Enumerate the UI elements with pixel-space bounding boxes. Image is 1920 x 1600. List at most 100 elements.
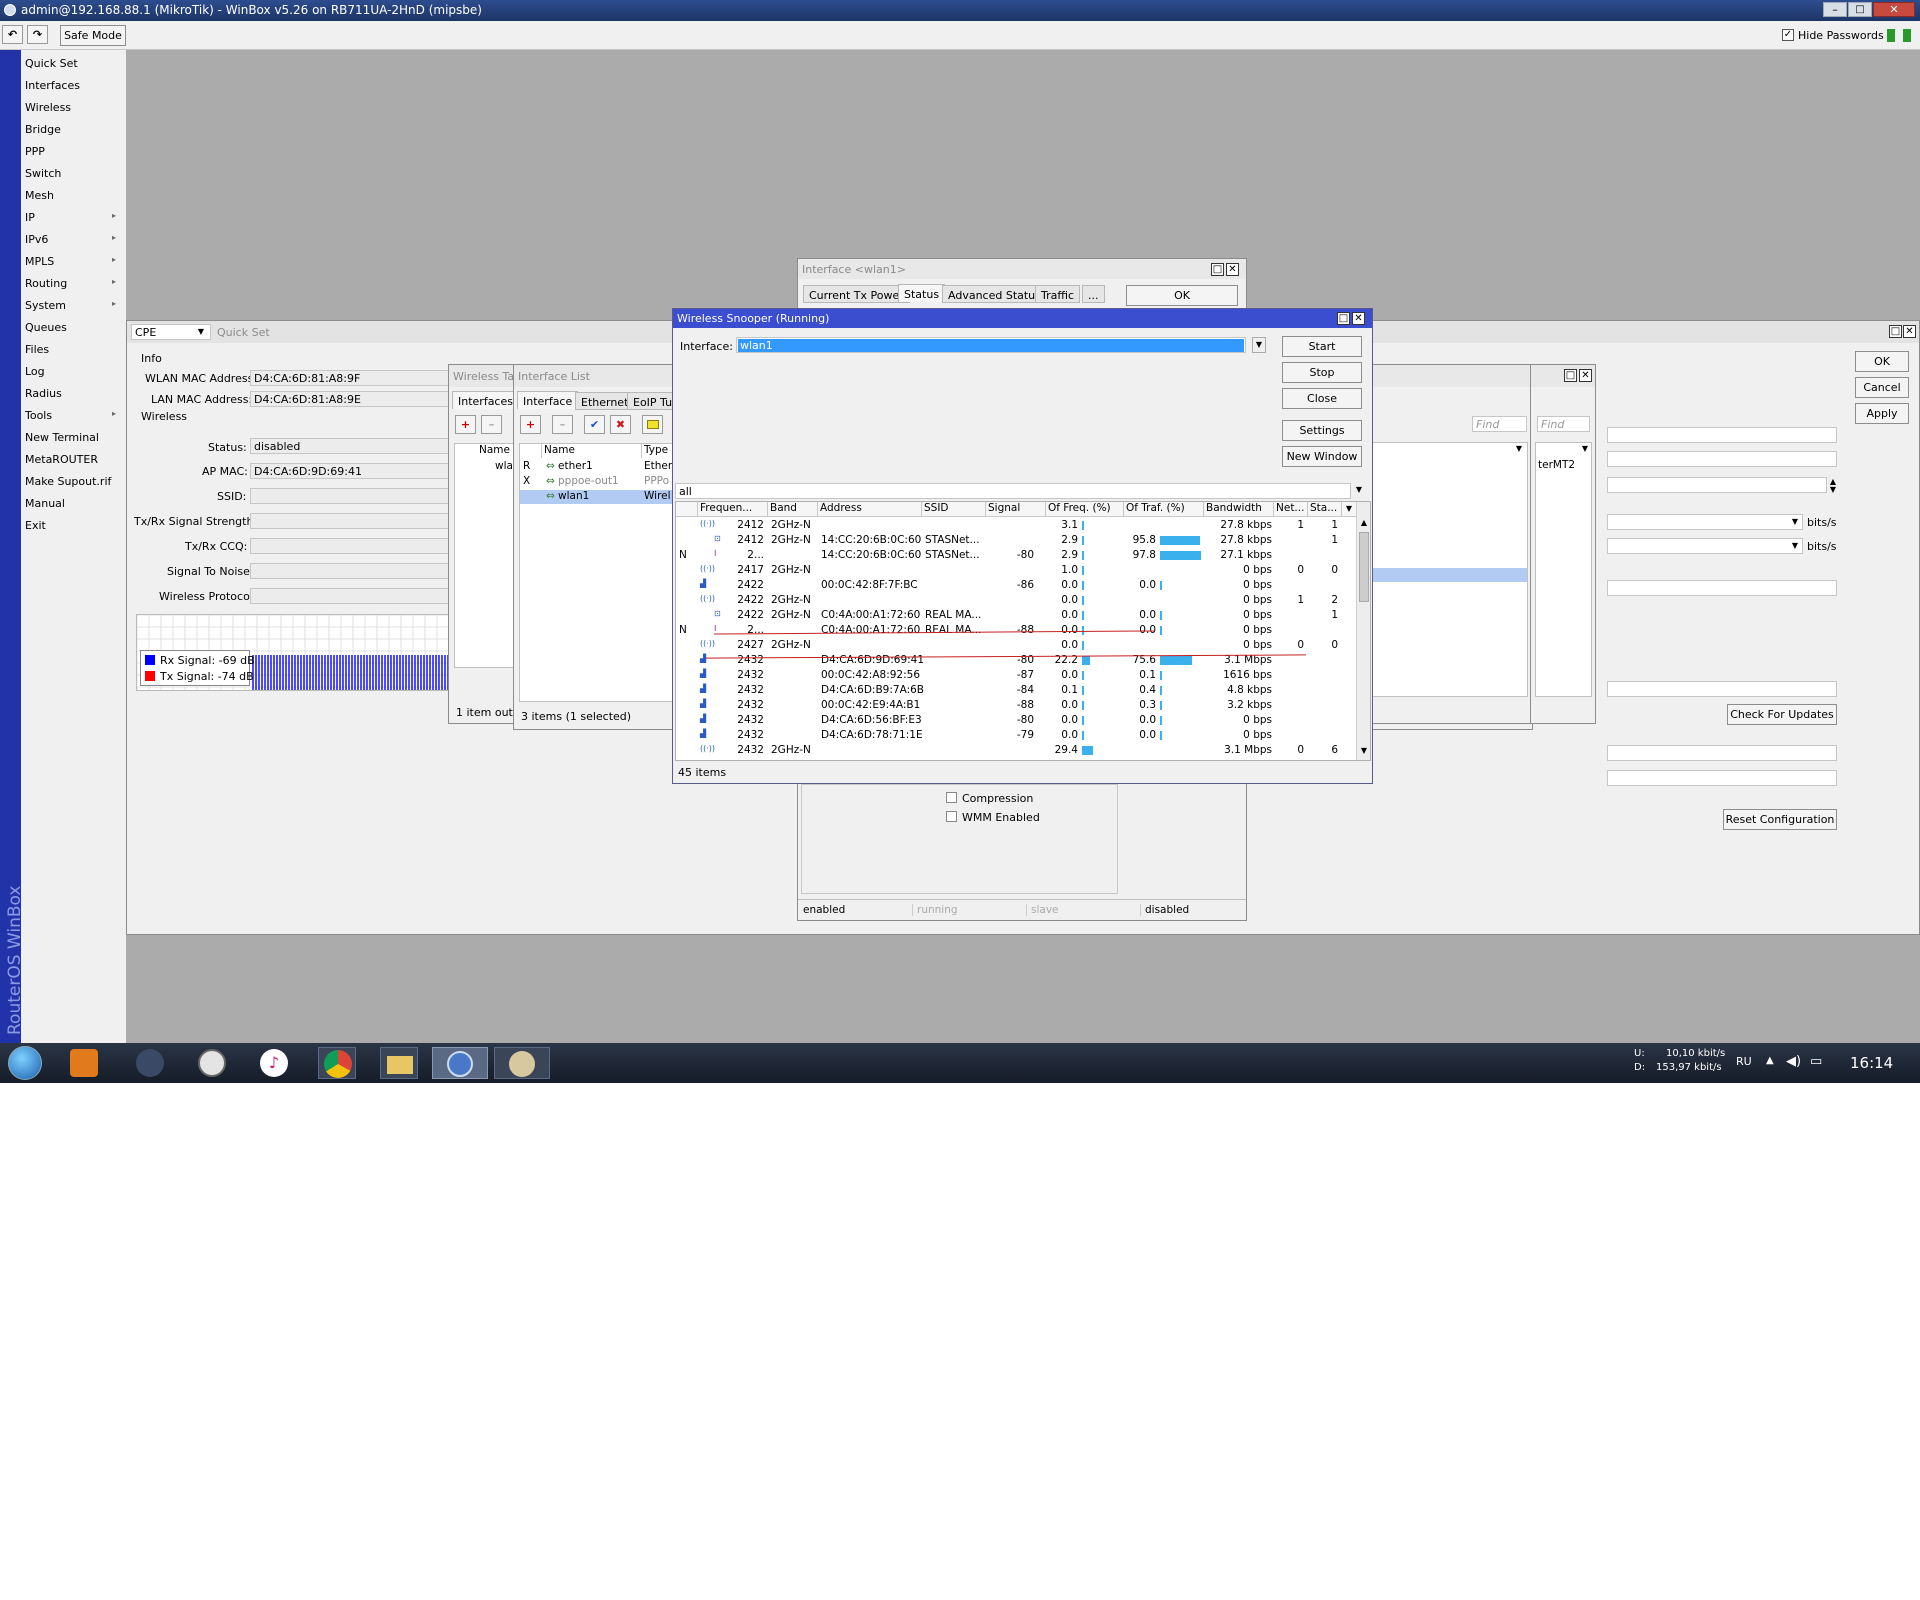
add-icon[interactable]: + xyxy=(520,415,541,434)
itunes-icon[interactable]: ♪ xyxy=(260,1049,288,1077)
winbox-task-icon[interactable] xyxy=(432,1047,488,1079)
right-field-1[interactable] xyxy=(1607,427,1837,443)
enable-icon[interactable]: ✔ xyxy=(584,415,605,434)
wmm-checkbox[interactable] xyxy=(946,811,957,822)
col-stations[interactable]: Sta... xyxy=(1308,502,1342,516)
sidebar-item-interfaces[interactable]: Interfaces xyxy=(25,79,122,97)
col-of-traf[interactable]: Of Traf. (%) xyxy=(1124,502,1204,516)
tab-status[interactable]: Status xyxy=(898,284,946,302)
access-chevron-icon[interactable]: ▼ xyxy=(1578,444,1592,456)
iface-ok-button[interactable]: OK xyxy=(1126,285,1238,306)
snooper-row[interactable]: ((·)) 2432 2GHz-N 29.4 3.1 Mbps 0 6 xyxy=(676,743,1356,758)
file-explorer-icon[interactable] xyxy=(380,1047,418,1079)
tab-traffic[interactable]: Traffic xyxy=(1035,285,1081,303)
snooper-row[interactable]: ((·)) 2422 2GHz-N 0.0 0 bps 1 2 xyxy=(676,593,1356,608)
hide-passwords-checkbox[interactable]: ✓ xyxy=(1782,29,1794,41)
access-row-text[interactable]: terMT2 xyxy=(1538,459,1575,471)
start-orb-icon[interactable] xyxy=(8,1046,42,1080)
paint-icon[interactable] xyxy=(494,1047,550,1079)
right-field-6[interactable] xyxy=(1607,745,1837,761)
registration-selected-row[interactable] xyxy=(1372,568,1527,582)
apply-button[interactable]: Apply xyxy=(1855,403,1909,424)
snooper-row[interactable]: ▟ 2432 00:0C:42:E9:4A:B1 -88 0.0 0.3 3.2 kbps xyxy=(676,698,1356,713)
snooper-row[interactable]: ((·)) 2427 2GHz-N 0.0 0 bps 0 0 xyxy=(676,638,1356,653)
col-ssid[interactable]: SSID xyxy=(922,502,986,516)
sidebar-item-mesh[interactable]: Mesh xyxy=(25,189,122,207)
bandwidth-chevron-1-icon[interactable]: ▼ xyxy=(1788,515,1802,529)
ilist-row[interactable]: ⇔ wlan1 Wirel xyxy=(520,490,673,504)
col-signal[interactable]: Signal xyxy=(986,502,1046,516)
chrome-icon[interactable] xyxy=(318,1047,356,1079)
col-networks[interactable]: Net... xyxy=(1274,502,1308,516)
tab-interface[interactable]: Interface xyxy=(517,391,579,409)
tab-more[interactable]: ... xyxy=(1082,285,1105,303)
new-window-button[interactable]: New Window xyxy=(1282,446,1362,467)
snooper-row[interactable]: ▟ 2432 D4:CA:6D:B9:7A:6B -84 0.1 0.4 4.8 kbps xyxy=(676,683,1356,698)
volume-icon[interactable]: ◀) xyxy=(1786,1054,1801,1069)
snooper-row[interactable]: N Ⅰ 2... 14:CC:20:6B:0C:60 STASNet... -80 2.9 9… xyxy=(676,548,1356,563)
close-button[interactable]: Close xyxy=(1282,388,1362,409)
comment-icon[interactable] xyxy=(642,415,663,434)
right-field-3[interactable] xyxy=(1607,477,1827,493)
cancel-button[interactable]: Cancel xyxy=(1855,377,1909,398)
scroll-up-icon[interactable]: ▲ xyxy=(1357,518,1370,530)
media-player-icon[interactable] xyxy=(70,1049,98,1077)
ilist-col-name[interactable]: Name xyxy=(542,444,642,458)
right-field-4[interactable] xyxy=(1607,580,1837,596)
col-flag[interactable] xyxy=(676,502,698,516)
bandwidth-field-2[interactable] xyxy=(1607,538,1803,554)
clock-app-icon[interactable] xyxy=(198,1049,226,1077)
snooper-filter[interactable]: all xyxy=(675,483,1351,499)
ok-button[interactable]: OK xyxy=(1855,351,1909,372)
stop-button[interactable]: Stop xyxy=(1282,362,1362,383)
snooper-close-button[interactable]: ✕ xyxy=(1352,312,1365,325)
sidebar-item-bridge[interactable]: Bridge xyxy=(25,123,122,141)
snooper-interface-chevron-icon[interactable]: ▼ xyxy=(1252,337,1266,353)
sidebar-item-ip[interactable]: IP ▸ xyxy=(25,211,122,229)
access-close-button[interactable]: ✕ xyxy=(1579,369,1592,382)
sidebar-item-wireless[interactable]: Wireless xyxy=(25,101,122,119)
tab-ethernet[interactable]: Ethernet xyxy=(575,392,635,410)
snooper-row[interactable]: ⊡ 2422 2GHz-N C0:4A:00:A1:72:60 REAL MA... 0.… xyxy=(676,608,1356,623)
language-indicator[interactable]: RU xyxy=(1736,1055,1752,1068)
sidebar-item-switch[interactable]: Switch xyxy=(25,167,122,185)
sidebar-item-manual[interactable]: Manual xyxy=(25,497,122,515)
quickset-close-button[interactable]: ✕ xyxy=(1903,325,1916,338)
right-field-5[interactable] xyxy=(1607,681,1837,697)
sidebar-item-tools[interactable]: Tools ▸ xyxy=(25,409,122,427)
wt-remove-icon[interactable]: – xyxy=(481,415,502,434)
quickset-maximize-button[interactable]: □ xyxy=(1889,325,1902,338)
right-field-7[interactable] xyxy=(1607,770,1837,786)
col-of-freq[interactable]: Of Freq. (%) xyxy=(1046,502,1124,516)
bandwidth-chevron-2-icon[interactable]: ▼ xyxy=(1788,539,1802,553)
snooper-filter-chevron-icon[interactable]: ▼ xyxy=(1352,483,1366,499)
reset-config-button[interactable]: Reset Configuration xyxy=(1723,809,1837,830)
sidebar-item-ipv6[interactable]: IPv6 ▸ xyxy=(25,233,122,251)
snooper-row[interactable]: ▟ 2432 D4:CA:6D:78:71:1E -79 0.0 0.0 0 bps xyxy=(676,728,1356,743)
col-frequency[interactable]: Frequen... xyxy=(698,502,768,516)
sidebar-item-files[interactable]: Files xyxy=(25,343,122,361)
remove-icon[interactable]: – xyxy=(552,415,573,434)
access-maximize-button[interactable]: □ xyxy=(1564,369,1577,382)
snooper-row[interactable]: ▟ 2432 D4:CA:6D:56:BF:E3 -80 0.0 0.0 0 bps xyxy=(676,713,1356,728)
sidebar-item-log[interactable]: Log xyxy=(25,365,122,383)
find-input-2[interactable]: Find xyxy=(1537,416,1590,432)
start-button[interactable]: Start xyxy=(1282,336,1362,357)
snooper-row[interactable]: ▟ 2432 00:0C:42:A8:92:56 -87 0.0 0.1 1616 bps xyxy=(676,668,1356,683)
wt-row[interactable]: wla xyxy=(495,460,513,472)
tab-wt-interfaces[interactable]: Interfaces xyxy=(452,391,519,409)
network-tray-icon[interactable]: ▭ xyxy=(1810,1054,1822,1069)
compression-checkbox[interactable] xyxy=(946,792,957,803)
registration-chevron-icon[interactable]: ▼ xyxy=(1512,444,1526,456)
wt-add-icon[interactable]: + xyxy=(455,415,476,434)
disable-icon[interactable]: ✖ xyxy=(610,415,631,434)
sidebar-item-routing[interactable]: Routing ▸ xyxy=(25,277,122,295)
settings-button[interactable]: Settings xyxy=(1282,420,1362,441)
snooper-maximize-button[interactable]: □ xyxy=(1337,312,1350,325)
snooper-scrollbar[interactable]: ▲ ▼ xyxy=(1356,502,1370,760)
sidebar-item-new-terminal[interactable]: New Terminal xyxy=(25,431,122,449)
minimize-button[interactable]: – xyxy=(1823,2,1847,17)
scroll-thumb[interactable] xyxy=(1359,532,1369,602)
iface-close-button[interactable]: ✕ xyxy=(1226,263,1239,276)
sidebar-item-system[interactable]: System ▸ xyxy=(25,299,122,317)
